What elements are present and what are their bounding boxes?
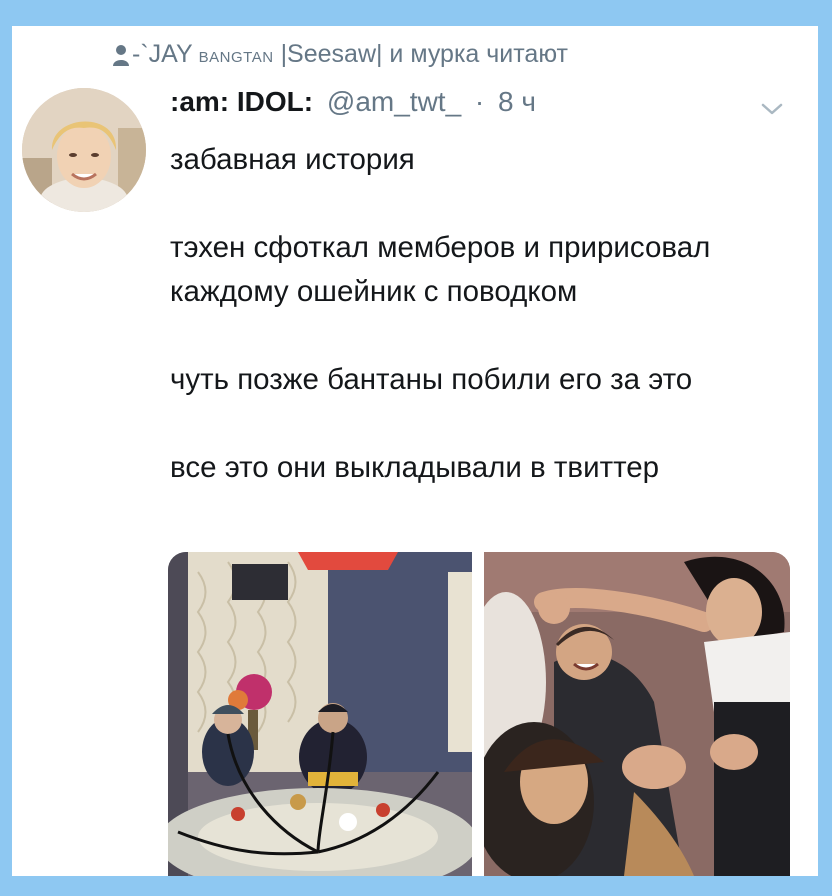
chevron-down-icon[interactable]	[760, 100, 784, 118]
tweet-paragraph: забавная история	[170, 143, 415, 176]
display-name[interactable]: :am: IDOL:	[170, 86, 313, 117]
tweet-time[interactable]: 8 ч	[498, 86, 536, 117]
social-context: -`JAY BANGTAN |Seesaw| и мурка читают	[113, 40, 568, 69]
social-prefix: -`JAY	[132, 40, 193, 68]
avatar[interactable]	[22, 88, 146, 212]
separator: ·	[474, 86, 485, 117]
tweet-paragraph: тэхен сфоткал мемберов и пририсовал кажд…	[170, 231, 711, 308]
social-rest: |Seesaw| и мурка читают	[280, 40, 568, 68]
tweet-card[interactable]: -`JAY BANGTAN |Seesaw| и мурка читают :a…	[12, 26, 818, 876]
person-icon	[113, 45, 129, 66]
avatar-photo	[22, 88, 146, 212]
photo-members-fighting[interactable]	[484, 552, 790, 876]
user-handle[interactable]: @am_twt_	[327, 86, 461, 117]
social-small-caps: BANGTAN	[198, 49, 274, 66]
tweet-header: :am: IDOL: @am_twt_ · 8 ч	[170, 86, 536, 118]
tweet-paragraph: чуть позже бантаны побили его за это	[170, 363, 693, 396]
photo-group-dinner[interactable]	[168, 552, 472, 876]
tweet-media	[168, 552, 790, 876]
tweet-paragraph: все это они выкладывали в твиттер	[170, 451, 660, 484]
tweet-text: забавная история тэхен сфоткал мемберов …	[170, 138, 790, 490]
